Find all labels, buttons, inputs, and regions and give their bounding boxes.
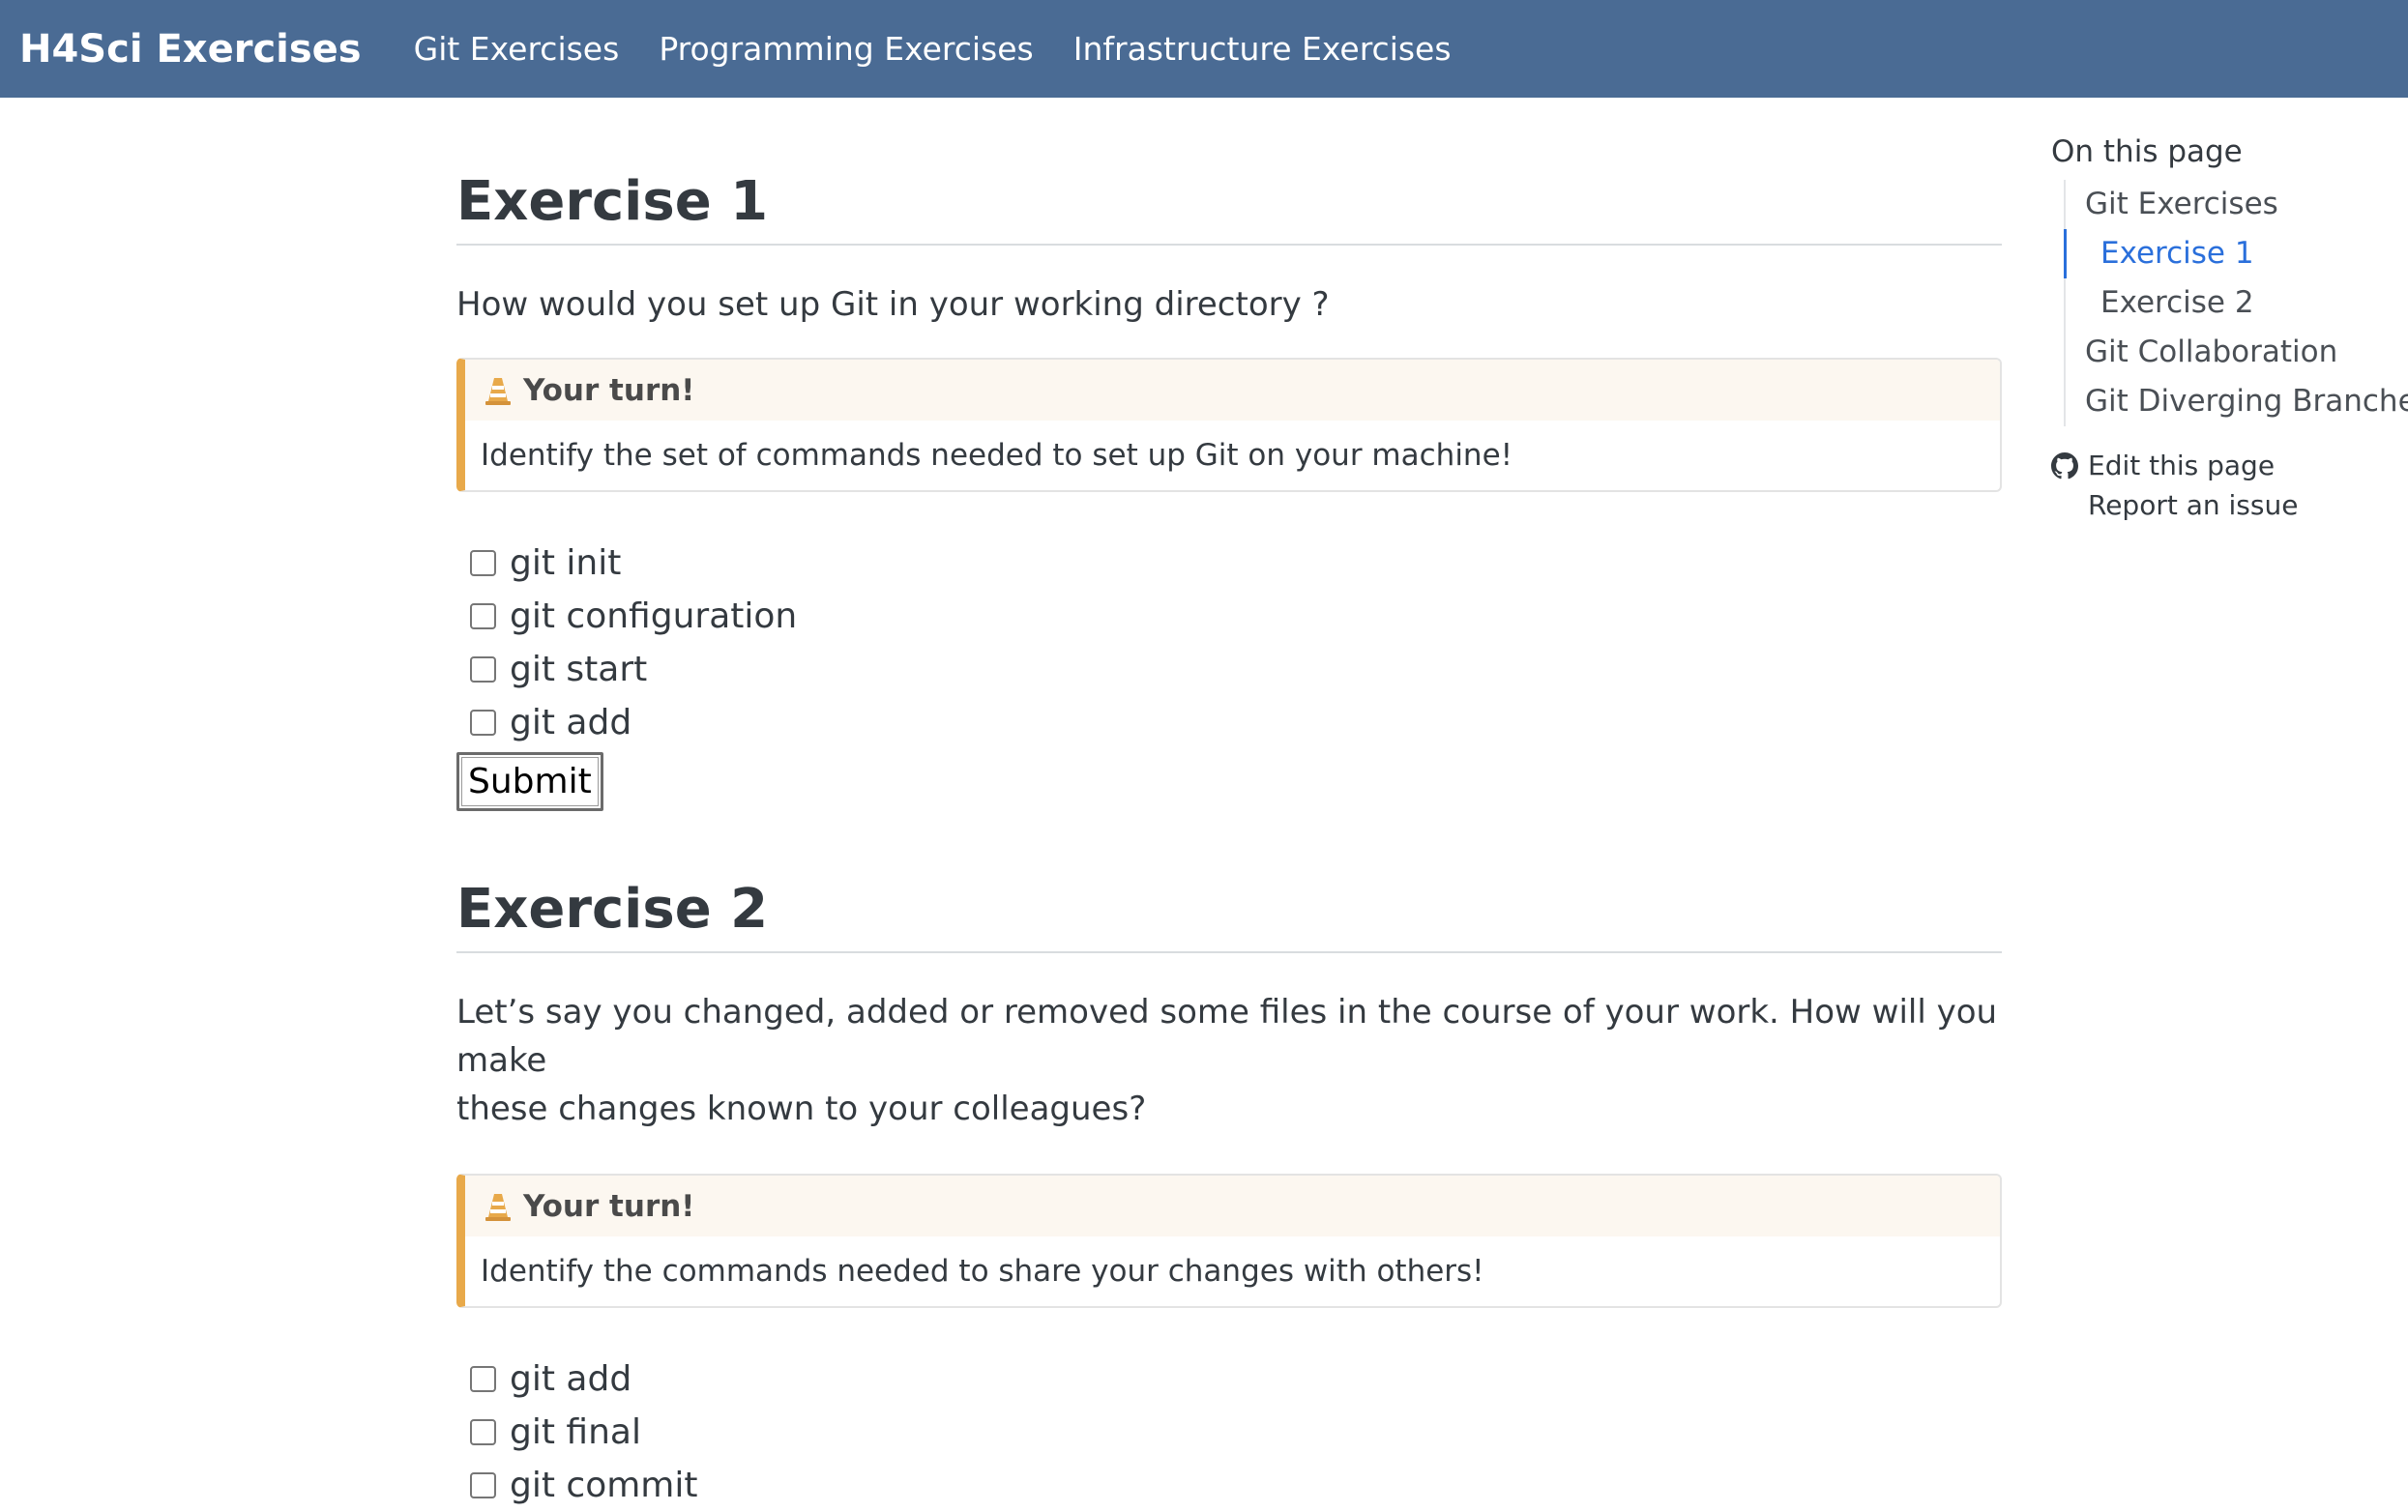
checkbox[interactable] — [470, 603, 496, 629]
callout-your-turn: Your turn! Identify the set of commands … — [456, 358, 2002, 492]
checkbox[interactable] — [470, 1419, 496, 1445]
main-content: Exercise 1 How would you set up Git in y… — [456, 98, 2002, 1512]
option-label: git configuration — [510, 596, 798, 636]
checkbox[interactable] — [470, 1472, 496, 1498]
nav-link-git-exercises[interactable]: Git Exercises — [414, 30, 620, 68]
edit-page-link[interactable]: Edit this page — [2051, 446, 2399, 485]
brand-link[interactable]: H4Sci Exercises — [19, 27, 362, 72]
callout-your-turn: Your turn! Identify the commands needed … — [456, 1174, 2002, 1308]
checkbox[interactable] — [470, 710, 496, 736]
option-label: git init — [510, 543, 622, 583]
on-this-page-sidebar: On this page Git Exercises Exercise 1 Ex… — [2051, 131, 2408, 525]
github-icon — [2051, 451, 2078, 479]
checkbox[interactable] — [470, 550, 496, 576]
exercise-1-title: Exercise 1 — [456, 170, 769, 233]
option-git-init[interactable]: git init — [456, 537, 2002, 590]
top-navbar: H4Sci Exercises Git Exercises Programmin… — [0, 0, 2408, 98]
toc-item-git-exercises[interactable]: Git Exercises — [2066, 180, 2399, 229]
exercise-1-question: How would you set up Git in your working… — [456, 285, 1330, 324]
submit-button[interactable]: Submit — [456, 752, 603, 811]
edit-page-label: Edit this page — [2088, 450, 2276, 481]
nav-link-infrastructure-exercises[interactable]: Infrastructure Exercises — [1073, 30, 1452, 68]
option-label: git add — [510, 1359, 632, 1399]
option-label: git add — [510, 703, 632, 742]
callout-header: Your turn! — [465, 360, 2000, 421]
exercise-2-title: Exercise 2 — [456, 878, 769, 941]
option-label: git final — [510, 1412, 641, 1452]
nav-link-programming-exercises[interactable]: Programming Exercises — [659, 30, 1033, 68]
traffic-cone-icon — [485, 1193, 511, 1221]
exercise-1-options: git init git configuration git start git… — [456, 537, 2002, 749]
question-line: Let’s say you changed, added or removed … — [456, 993, 1998, 1080]
question-line: these changes known to your colleagues? — [456, 1090, 1147, 1128]
callout-body: Identify the commands needed to share yo… — [481, 1254, 1484, 1289]
option-label: git start — [510, 650, 648, 689]
toc-item-exercise-1[interactable]: Exercise 1 — [2064, 229, 2399, 278]
toc-title: On this page — [2051, 134, 2243, 169]
callout-header-label: Your turn! — [523, 1188, 695, 1224]
traffic-cone-icon — [485, 377, 511, 405]
checkbox[interactable] — [470, 656, 496, 683]
option-git-configuration[interactable]: git configuration — [456, 590, 2002, 643]
callout-body: Identify the set of commands needed to s… — [481, 438, 1513, 473]
toc-action-links: Edit this page Report an issue — [2051, 446, 2399, 525]
toc-list: Git Exercises Exercise 1 Exercise 2 Git … — [2064, 180, 2408, 426]
toc-item-git-diverging-branches[interactable]: Git Diverging Branches — [2066, 377, 2408, 426]
callout-header: Your turn! — [465, 1176, 2000, 1236]
exercise-2-question: Let’s say you changed, added or removed … — [456, 988, 2002, 1133]
option-git-start[interactable]: git start — [456, 643, 2002, 696]
option-git-add[interactable]: git add — [456, 1352, 2002, 1406]
toc-item-git-collaboration[interactable]: Git Collaboration — [2066, 328, 2399, 377]
checkbox[interactable] — [470, 1366, 496, 1392]
option-git-commit[interactable]: git commit — [456, 1459, 2002, 1512]
toc-item-exercise-2[interactable]: Exercise 2 — [2066, 278, 2399, 328]
option-label: git commit — [510, 1466, 698, 1505]
callout-header-label: Your turn! — [523, 372, 695, 408]
report-issue-link[interactable]: Report an issue — [2051, 485, 2399, 525]
option-git-add[interactable]: git add — [456, 696, 2002, 749]
option-git-final[interactable]: git final — [456, 1406, 2002, 1459]
exercise-2-options: git add git final git commit — [456, 1352, 2002, 1512]
